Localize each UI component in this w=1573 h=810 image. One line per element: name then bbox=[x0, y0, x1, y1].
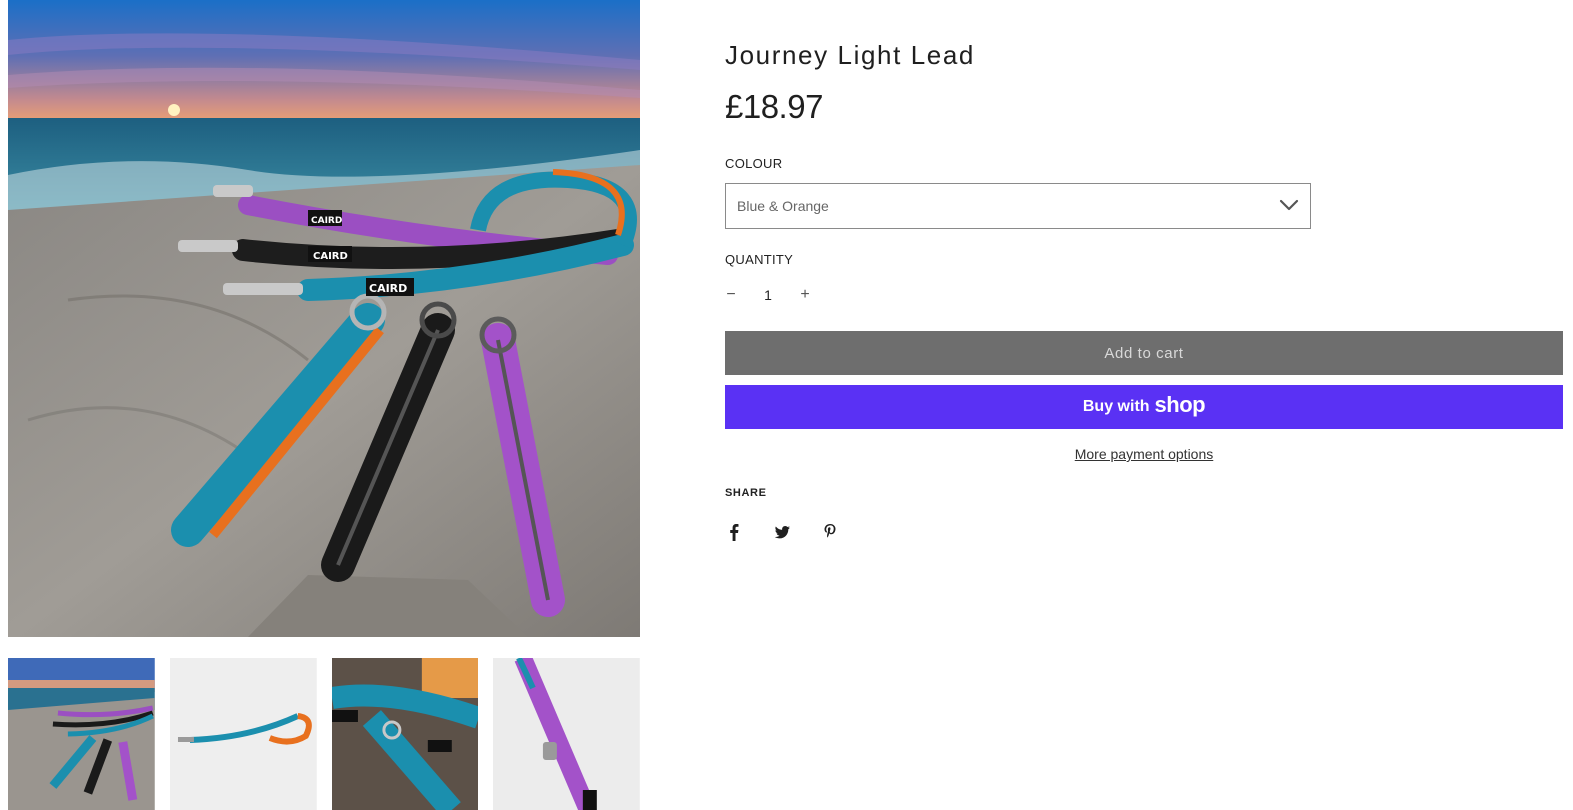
quantity-increase-button[interactable]: + bbox=[799, 284, 811, 306]
colour-label: COLOUR bbox=[725, 156, 783, 171]
leads-on-beach-photo bbox=[8, 658, 155, 810]
quantity-input[interactable]: 1 bbox=[737, 284, 799, 306]
buy-with-label: Buy with bbox=[1082, 398, 1150, 415]
chevron-down-icon bbox=[1279, 198, 1299, 212]
quantity-decrease-button[interactable]: − bbox=[725, 284, 737, 306]
main-product-image[interactable]: CAIRD CAIRD CAIRD bbox=[8, 0, 640, 637]
buy-with-shop-button[interactable]: Buy with shop bbox=[725, 385, 1563, 429]
brand-tag-1: CAIRD bbox=[311, 216, 342, 226]
thumbnail-2[interactable] bbox=[169, 658, 317, 810]
thumbnail-4[interactable] bbox=[493, 658, 640, 810]
share-icons bbox=[725, 522, 839, 542]
brand-tag-2: CAIRD bbox=[313, 251, 348, 262]
share-label: SHARE bbox=[725, 487, 767, 499]
facebook-icon[interactable] bbox=[725, 522, 743, 542]
thumbnail-1[interactable] bbox=[8, 658, 155, 810]
thumbnail-strip bbox=[8, 658, 640, 810]
product-title: Journey Light Lead bbox=[725, 40, 975, 70]
twitter-icon[interactable] bbox=[773, 522, 791, 542]
product-price: £18.97 bbox=[725, 88, 823, 125]
colour-select-value: Blue & Orange bbox=[737, 198, 829, 214]
pinterest-icon[interactable] bbox=[821, 522, 839, 542]
add-to-cart-label: Add to cart bbox=[1104, 344, 1184, 362]
brand-tag-3: CAIRD bbox=[369, 282, 407, 295]
single-lead-white-photo bbox=[169, 658, 317, 810]
quantity-label: QUANTITY bbox=[725, 252, 794, 267]
colour-select[interactable]: Blue & Orange bbox=[725, 183, 1311, 229]
quantity-stepper: − 1 + bbox=[725, 284, 811, 306]
lead-on-dog-collar-photo bbox=[331, 658, 479, 810]
leads-on-beach-photo: CAIRD CAIRD CAIRD bbox=[8, 0, 640, 637]
purple-lead-closeup-photo bbox=[493, 658, 640, 810]
thumbnail-3[interactable] bbox=[331, 658, 479, 810]
add-to-cart-button[interactable]: Add to cart bbox=[725, 331, 1563, 375]
more-payment-options-link[interactable]: More payment options bbox=[1075, 446, 1214, 462]
shop-pay-logo: shop bbox=[1154, 392, 1206, 417]
more-payment-options: More payment options bbox=[725, 446, 1563, 462]
